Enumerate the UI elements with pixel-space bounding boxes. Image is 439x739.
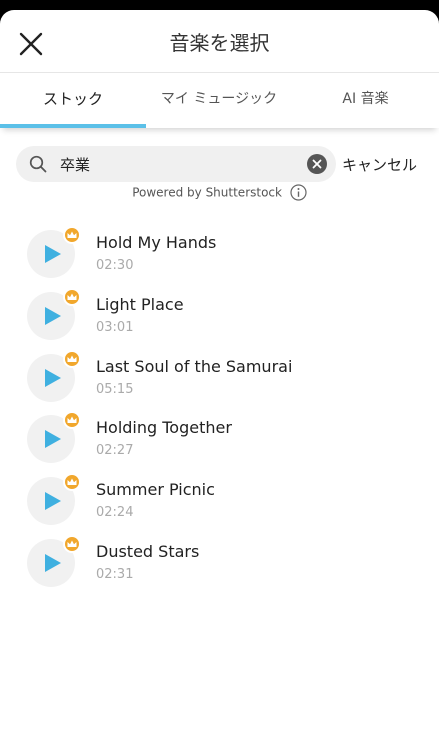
premium-badge [63, 349, 81, 368]
track-item[interactable]: Summer Picnic 02:24 [27, 473, 439, 537]
play-button[interactable] [27, 349, 81, 402]
play-icon [45, 492, 61, 511]
crown-icon [67, 231, 77, 238]
play-icon [45, 245, 61, 263]
tab-bar: ストック マイ ミュージック AI 音楽 [0, 72, 439, 128]
crown-icon [67, 355, 77, 362]
track-item[interactable]: Light Place 03:01 [27, 287, 439, 352]
tab-stock[interactable]: ストック [0, 73, 146, 128]
track-item[interactable]: Last Soul of the Samurai 05:15 [27, 349, 439, 414]
track-info: Holding Together 02:27 [96, 413, 232, 459]
track-list: Hold My Hands 02:30 Light Place 03:01 La… [0, 226, 439, 599]
cancel-button[interactable]: キャンセル [342, 154, 417, 175]
track-title: Last Soul of the Samurai [96, 356, 293, 376]
play-icon [45, 430, 61, 449]
tab-my-music[interactable]: マイ ミュージック [146, 73, 292, 128]
play-button[interactable] [27, 287, 81, 340]
track-duration: 02:30 [96, 258, 134, 273]
premium-badge [63, 534, 81, 553]
track-duration: 02:27 [96, 443, 134, 459]
play-button[interactable] [27, 534, 81, 587]
crown-icon [67, 416, 77, 424]
track-info: Last Soul of the Samurai 05:15 [96, 352, 292, 398]
premium-badge [63, 287, 81, 306]
track-info: Summer Picnic 02:24 [96, 475, 215, 521]
powered-by-text: Powered by Shutterstock [132, 185, 282, 200]
track-item[interactable]: Holding Together 02:27 [27, 411, 439, 475]
play-button[interactable] [27, 411, 81, 464]
play-icon [45, 306, 61, 325]
track-info: Hold My Hands 02:30 [96, 228, 216, 274]
track-title: Holding Together [96, 418, 232, 438]
track-info: Dusted Stars 02:31 [96, 537, 199, 583]
search-icon [29, 155, 47, 173]
search-box [16, 146, 336, 182]
powered-by: Powered by Shutterstock [0, 184, 439, 206]
track-title: Light Place [96, 294, 184, 314]
track-title: Hold My Hands [96, 233, 217, 252]
track-duration: 03:01 [96, 319, 134, 335]
track-duration: 02:31 [96, 566, 134, 582]
clear-search-button[interactable] [307, 154, 327, 174]
music-select-sheet: 音楽を選択 ストック マイ ミュージック AI 音楽 キャンセル Powered… [0, 10, 439, 739]
track-item[interactable]: Dusted Stars 02:31 [27, 534, 439, 599]
page-title: 音楽を選択 [169, 31, 270, 55]
track-duration: 02:24 [96, 505, 134, 521]
clear-icon [312, 159, 322, 169]
track-title: Summer Picnic [96, 480, 215, 500]
track-item[interactable]: Hold My Hands 02:30 [27, 226, 439, 290]
play-button[interactable] [27, 226, 81, 278]
play-icon [45, 553, 61, 572]
play-icon [45, 368, 61, 387]
header: 音楽を選択 [0, 10, 439, 72]
premium-badge [63, 411, 81, 430]
track-title: Dusted Stars [96, 541, 200, 561]
search-input[interactable] [60, 146, 300, 182]
info-icon[interactable] [290, 184, 307, 201]
crown-icon [67, 293, 77, 300]
tab-ai-music[interactable]: AI 音楽 [292, 73, 439, 128]
track-info: Light Place 03:01 [96, 290, 184, 336]
crown-icon [67, 478, 77, 486]
play-button[interactable] [27, 473, 81, 526]
premium-badge [63, 226, 81, 244]
premium-badge [63, 473, 81, 492]
track-duration: 05:15 [96, 381, 134, 397]
crown-icon [67, 540, 77, 547]
